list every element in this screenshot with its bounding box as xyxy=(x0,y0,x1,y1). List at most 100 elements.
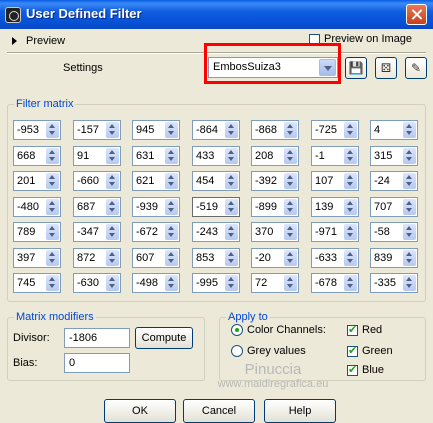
help-button[interactable]: Help xyxy=(264,399,336,423)
spinner-arrows-icon[interactable] xyxy=(225,122,238,138)
spinner-arrows-icon[interactable] xyxy=(46,224,59,240)
spinner-arrows-icon[interactable] xyxy=(403,148,416,164)
matrix-cell-input[interactable]: 872 xyxy=(73,248,121,268)
color-channels-radio[interactable]: Color Channels: xyxy=(231,324,326,336)
matrix-cell-input[interactable]: -672 xyxy=(132,222,180,242)
matrix-cell-input[interactable]: -725 xyxy=(311,120,359,140)
spinner-arrows-icon[interactable] xyxy=(165,199,178,215)
matrix-cell-input[interactable]: 789 xyxy=(13,222,61,242)
preview-toggle[interactable]: Preview xyxy=(12,33,65,49)
matrix-cell-input[interactable]: 607 xyxy=(132,248,180,268)
matrix-cell-input[interactable]: -24 xyxy=(370,171,418,191)
spinner-arrows-icon[interactable] xyxy=(284,275,297,291)
spinner-arrows-icon[interactable] xyxy=(46,173,59,189)
matrix-cell-input[interactable]: 433 xyxy=(192,146,240,166)
matrix-cell-input[interactable]: 687 xyxy=(73,197,121,217)
matrix-cell-input[interactable]: -660 xyxy=(73,171,121,191)
matrix-cell-input[interactable]: 397 xyxy=(13,248,61,268)
randomize-button[interactable]: ⚄ xyxy=(375,57,397,79)
spinner-arrows-icon[interactable] xyxy=(284,199,297,215)
spinner-arrows-icon[interactable] xyxy=(225,224,238,240)
matrix-cell-input[interactable]: 315 xyxy=(370,146,418,166)
spinner-arrows-icon[interactable] xyxy=(225,173,238,189)
save-preset-button[interactable]: 💾 xyxy=(345,57,367,79)
matrix-cell-input[interactable]: -864 xyxy=(192,120,240,140)
spinner-arrows-icon[interactable] xyxy=(284,148,297,164)
spinner-arrows-icon[interactable] xyxy=(165,275,178,291)
matrix-cell-input[interactable]: -868 xyxy=(251,120,299,140)
close-button[interactable] xyxy=(406,4,427,25)
spinner-arrows-icon[interactable] xyxy=(403,173,416,189)
matrix-cell-input[interactable]: 91 xyxy=(73,146,121,166)
matrix-cell-input[interactable]: 370 xyxy=(251,222,299,242)
matrix-cell-input[interactable]: 139 xyxy=(311,197,359,217)
spinner-arrows-icon[interactable] xyxy=(403,250,416,266)
spinner-arrows-icon[interactable] xyxy=(403,275,416,291)
spinner-arrows-icon[interactable] xyxy=(165,173,178,189)
red-checkbox[interactable]: Red xyxy=(347,323,382,336)
spinner-arrows-icon[interactable] xyxy=(225,250,238,266)
matrix-cell-input[interactable]: -519 xyxy=(192,197,240,217)
matrix-cell-input[interactable]: -971 xyxy=(311,222,359,242)
spinner-arrows-icon[interactable] xyxy=(403,199,416,215)
bias-input[interactable]: 0 xyxy=(64,353,130,373)
spinner-arrows-icon[interactable] xyxy=(344,275,357,291)
spinner-arrows-icon[interactable] xyxy=(403,224,416,240)
spinner-arrows-icon[interactable] xyxy=(284,250,297,266)
compute-button[interactable]: Compute xyxy=(135,327,193,349)
matrix-cell-input[interactable]: 107 xyxy=(311,171,359,191)
spinner-arrows-icon[interactable] xyxy=(46,122,59,138)
cancel-button[interactable]: Cancel xyxy=(183,399,255,423)
spinner-arrows-icon[interactable] xyxy=(284,122,297,138)
spinner-arrows-icon[interactable] xyxy=(284,173,297,189)
matrix-cell-input[interactable]: -58 xyxy=(370,222,418,242)
matrix-cell-input[interactable]: -630 xyxy=(73,273,121,293)
matrix-cell-input[interactable]: 707 xyxy=(370,197,418,217)
spinner-arrows-icon[interactable] xyxy=(284,224,297,240)
spinner-arrows-icon[interactable] xyxy=(106,122,119,138)
spinner-arrows-icon[interactable] xyxy=(106,173,119,189)
matrix-cell-input[interactable]: -633 xyxy=(311,248,359,268)
matrix-cell-input[interactable]: -995 xyxy=(192,273,240,293)
spinner-arrows-icon[interactable] xyxy=(344,148,357,164)
ok-button[interactable]: OK xyxy=(104,399,176,423)
matrix-cell-input[interactable]: -899 xyxy=(251,197,299,217)
spinner-arrows-icon[interactable] xyxy=(106,148,119,164)
spinner-arrows-icon[interactable] xyxy=(46,199,59,215)
matrix-cell-input[interactable]: 945 xyxy=(132,120,180,140)
matrix-cell-input[interactable]: -243 xyxy=(192,222,240,242)
matrix-cell-input[interactable]: 72 xyxy=(251,273,299,293)
matrix-cell-input[interactable]: -678 xyxy=(311,273,359,293)
matrix-cell-input[interactable]: 745 xyxy=(13,273,61,293)
matrix-cell-input[interactable]: -335 xyxy=(370,273,418,293)
matrix-cell-input[interactable]: 853 xyxy=(192,248,240,268)
matrix-cell-input[interactable]: 631 xyxy=(132,146,180,166)
matrix-cell-input[interactable]: 839 xyxy=(370,248,418,268)
spinner-arrows-icon[interactable] xyxy=(106,250,119,266)
spinner-arrows-icon[interactable] xyxy=(344,173,357,189)
spinner-arrows-icon[interactable] xyxy=(344,122,357,138)
spinner-arrows-icon[interactable] xyxy=(344,250,357,266)
matrix-cell-input[interactable]: -939 xyxy=(132,197,180,217)
matrix-cell-input[interactable]: -480 xyxy=(13,197,61,217)
spinner-arrows-icon[interactable] xyxy=(225,148,238,164)
matrix-cell-input[interactable]: 208 xyxy=(251,146,299,166)
grey-values-radio[interactable]: Grey values xyxy=(231,345,306,357)
green-checkbox[interactable]: Green xyxy=(347,344,393,357)
divisor-input[interactable]: -1806 xyxy=(64,328,130,348)
spinner-arrows-icon[interactable] xyxy=(46,275,59,291)
spinner-arrows-icon[interactable] xyxy=(106,199,119,215)
matrix-cell-input[interactable]: -392 xyxy=(251,171,299,191)
matrix-cell-input[interactable]: -20 xyxy=(251,248,299,268)
spinner-arrows-icon[interactable] xyxy=(46,250,59,266)
spinner-arrows-icon[interactable] xyxy=(165,122,178,138)
matrix-cell-input[interactable]: 454 xyxy=(192,171,240,191)
matrix-cell-input[interactable]: -953 xyxy=(13,120,61,140)
spinner-arrows-icon[interactable] xyxy=(106,224,119,240)
matrix-cell-input[interactable]: 201 xyxy=(13,171,61,191)
spinner-arrows-icon[interactable] xyxy=(344,199,357,215)
spinner-arrows-icon[interactable] xyxy=(165,224,178,240)
matrix-cell-input[interactable]: -498 xyxy=(132,273,180,293)
delete-preset-button[interactable]: ✎ xyxy=(405,57,427,79)
spinner-arrows-icon[interactable] xyxy=(46,148,59,164)
